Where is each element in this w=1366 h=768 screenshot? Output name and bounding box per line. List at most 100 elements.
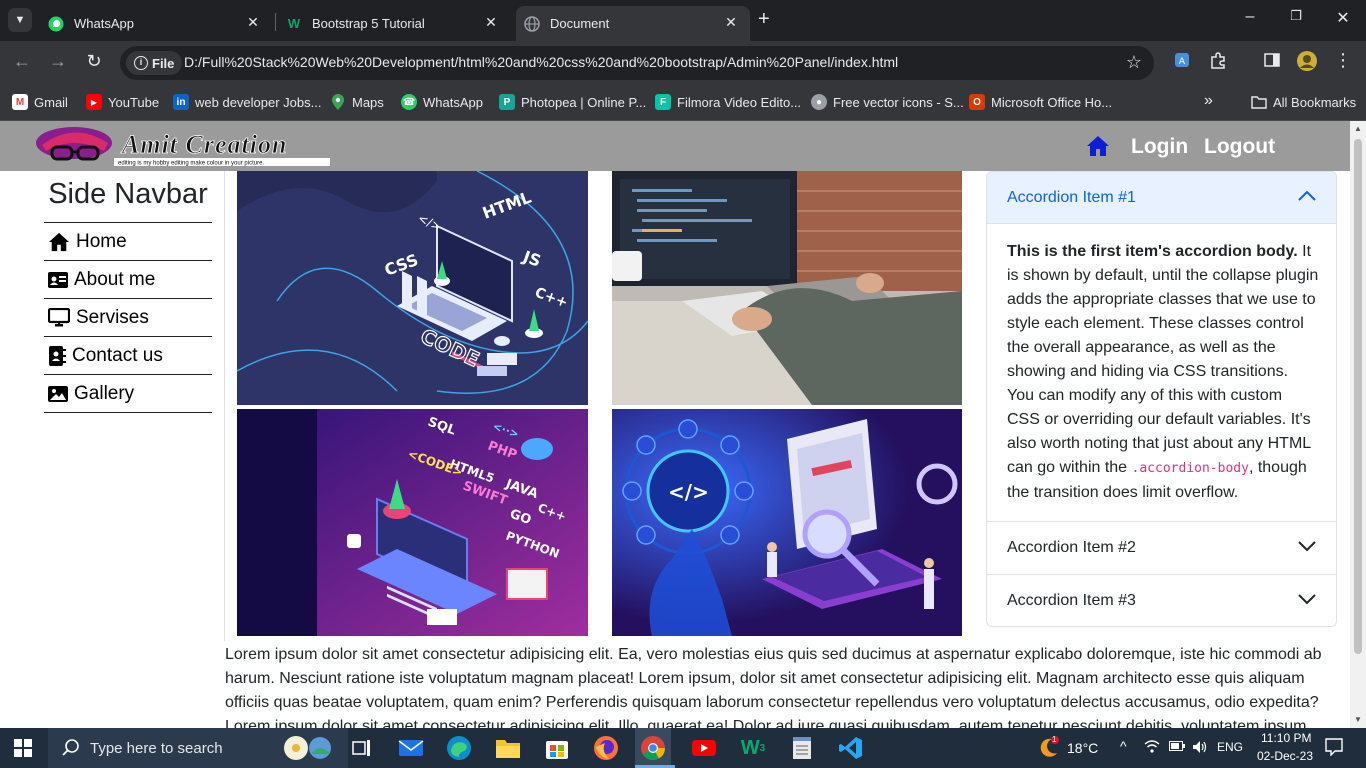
- scroll-up-icon[interactable]: ▲: [1354, 124, 1362, 133]
- scheme-label: File: [152, 55, 175, 71]
- bookmark-gmail[interactable]: M Gmail: [12, 94, 68, 110]
- side-panel-icon[interactable]: [1261, 51, 1283, 73]
- search-icon: [62, 739, 79, 756]
- tab-search-button[interactable]: ▼: [8, 8, 32, 32]
- reload-icon[interactable]: ↻: [82, 51, 106, 72]
- file-explorer-icon[interactable]: [494, 734, 522, 762]
- site-logo[interactable]: Amit Creation editing is my hobby editin…: [34, 125, 334, 169]
- minimize-icon[interactable]: –: [1238, 8, 1262, 26]
- site-info-chip[interactable]: i File: [126, 51, 183, 75]
- whatsapp-icon: [48, 16, 64, 32]
- close-tab-icon[interactable]: ✕: [482, 14, 500, 31]
- vscode-icon[interactable]: [837, 734, 865, 762]
- page-scrollbar[interactable]: ▲ ▼: [1350, 121, 1366, 728]
- bookmark-label: Microsoft Office Ho...: [991, 94, 1113, 110]
- accordion-item-3-header[interactable]: Accordion Item #3: [987, 574, 1336, 626]
- sidebar-item-services[interactable]: Servises: [44, 299, 212, 337]
- globe-icon: ●: [811, 94, 827, 110]
- weather-badge: 1: [1052, 735, 1057, 744]
- gallery-image-tech-hand: </>: [612, 409, 962, 636]
- firefox-icon[interactable]: [592, 734, 620, 762]
- side-navbar-title: Side Navbar: [44, 171, 212, 223]
- bookmarks-overflow-icon[interactable]: »: [1204, 92, 1213, 110]
- notification-icon[interactable]: [1325, 738, 1343, 759]
- tab-document[interactable]: Document ✕: [516, 6, 750, 41]
- tab-whatsapp[interactable]: WhatsApp ✕: [38, 6, 272, 41]
- bookmark-photopea[interactable]: P Photopea | Online P...: [499, 94, 646, 110]
- bookmark-label: All Bookmarks: [1273, 94, 1357, 110]
- bookmark-label: YouTube: [108, 94, 160, 110]
- bookmark-office[interactable]: O Microsoft Office Ho...: [969, 94, 1112, 110]
- battery-icon[interactable]: [1169, 740, 1185, 755]
- windows-taskbar: Type here to search W3 1 18°C ^ ENG 11:1…: [0, 728, 1366, 768]
- url-text[interactable]: D:/Full%20Stack%20Web%20Development/html…: [184, 54, 898, 70]
- home-icon[interactable]: [1086, 135, 1110, 162]
- bookmark-maps[interactable]: Maps: [330, 94, 384, 110]
- close-tab-icon[interactable]: ✕: [244, 14, 262, 31]
- new-tab-icon[interactable]: +: [758, 8, 770, 30]
- sidebar-item-contact[interactable]: Contact us: [44, 337, 212, 375]
- sidebar-item-gallery[interactable]: Gallery: [44, 375, 212, 413]
- clock-date[interactable]: 02-Dec-23: [1257, 749, 1313, 763]
- sidebar-item-about[interactable]: About me: [44, 261, 212, 299]
- wifi-icon[interactable]: [1144, 738, 1160, 757]
- profile-avatar[interactable]: [1296, 50, 1318, 72]
- sidebar-item-label: Servises: [76, 306, 149, 328]
- gallery-label-code-symbol: </>: [668, 480, 709, 504]
- bookmark-vector-icons[interactable]: ● Free vector icons - S...: [811, 94, 964, 110]
- bookmark-star-icon[interactable]: ☆: [1126, 52, 1142, 73]
- back-icon[interactable]: ←: [10, 51, 34, 72]
- accordion-item-title: Accordion Item #3: [1007, 591, 1136, 609]
- youtube-app-icon[interactable]: [690, 734, 718, 762]
- w3schools-app-icon[interactable]: W3: [739, 734, 767, 762]
- bookmark-youtube[interactable]: ▶ YouTube: [86, 94, 159, 110]
- browser-tab-strip: ▼ WhatsApp ✕ W Bootstrap 5 Tutorial ✕ Do…: [0, 0, 1366, 41]
- extension-shield-icon[interactable]: A: [1171, 51, 1193, 73]
- language-indicator[interactable]: ENG: [1217, 740, 1243, 754]
- volume-icon[interactable]: [1192, 739, 1208, 758]
- start-button[interactable]: [14, 739, 32, 762]
- gallery-image-programming-languages: SQL PHP HTML5 <CODE> SWIFT JAVA GO C++ P…: [237, 409, 588, 636]
- login-link[interactable]: Login: [1131, 135, 1188, 159]
- extensions-puzzle-icon[interactable]: [1207, 51, 1229, 73]
- scroll-down-icon[interactable]: ▼: [1354, 715, 1362, 724]
- maps-icon: [330, 94, 346, 110]
- chrome-icon[interactable]: [635, 728, 671, 768]
- photopea-icon: P: [499, 94, 515, 110]
- forward-icon[interactable]: →: [46, 51, 70, 72]
- accordion-item-2-header[interactable]: Accordion Item #2: [987, 521, 1336, 573]
- tab-bootstrap[interactable]: W Bootstrap 5 Tutorial ✕: [276, 6, 510, 41]
- close-tab-icon[interactable]: ✕: [722, 14, 740, 31]
- weather-icon[interactable]: 1: [1036, 735, 1060, 765]
- address-bar[interactable]: i File D:/Full%20Stack%20Web%20Developme…: [120, 46, 1154, 80]
- notepad-icon[interactable]: [788, 734, 816, 762]
- browser-menu-icon[interactable]: ⋮: [1332, 51, 1354, 73]
- accordion-item-1-header[interactable]: Accordion Item #1: [987, 172, 1336, 224]
- lorem-paragraph: Lorem ipsum dolor sit amet consectetur a…: [225, 646, 1322, 728]
- restore-icon[interactable]: ❐: [1284, 8, 1308, 24]
- id-card-icon: [48, 271, 68, 288]
- browser-toolbar: ← → ↻ i File D:/Full%20Stack%20Web%20Dev…: [0, 41, 1366, 85]
- weather-temperature[interactable]: 18°C: [1067, 740, 1098, 756]
- close-window-icon[interactable]: ✕: [1331, 8, 1355, 28]
- scrollbar-thumb[interactable]: [1354, 139, 1362, 654]
- task-view-icon[interactable]: [348, 734, 376, 762]
- edge-icon[interactable]: [445, 734, 473, 762]
- bookmark-filmora[interactable]: F Filmora Video Edito...: [655, 94, 801, 110]
- sidebar-item-home[interactable]: Home: [44, 223, 212, 261]
- chevron-up-icon[interactable]: ^: [1120, 738, 1127, 754]
- logout-link[interactable]: Logout: [1204, 135, 1275, 159]
- bookmark-linkedin-jobs[interactable]: in web developer Jobs...: [173, 94, 321, 110]
- sidebar-item-label: Gallery: [74, 382, 135, 404]
- bookmark-label: Free vector icons - S...: [833, 94, 964, 110]
- mail-icon[interactable]: [397, 734, 425, 762]
- all-bookmarks[interactable]: All Bookmarks: [1251, 94, 1356, 110]
- bookmark-whatsapp[interactable]: ☎ WhatsApp: [401, 94, 483, 110]
- taskbar-search-box[interactable]: Type here to search: [48, 728, 348, 768]
- clock-time[interactable]: 11:10 PM: [1261, 731, 1311, 745]
- microsoft-store-icon[interactable]: [543, 734, 571, 762]
- bookmark-label: web developer Jobs...: [195, 94, 322, 110]
- home-icon: [49, 232, 69, 251]
- accordion-item-title: Accordion Item #2: [1007, 538, 1136, 556]
- gallery-image-coding-illustration: HTML CSS JS C++ CODE </>: [237, 171, 588, 405]
